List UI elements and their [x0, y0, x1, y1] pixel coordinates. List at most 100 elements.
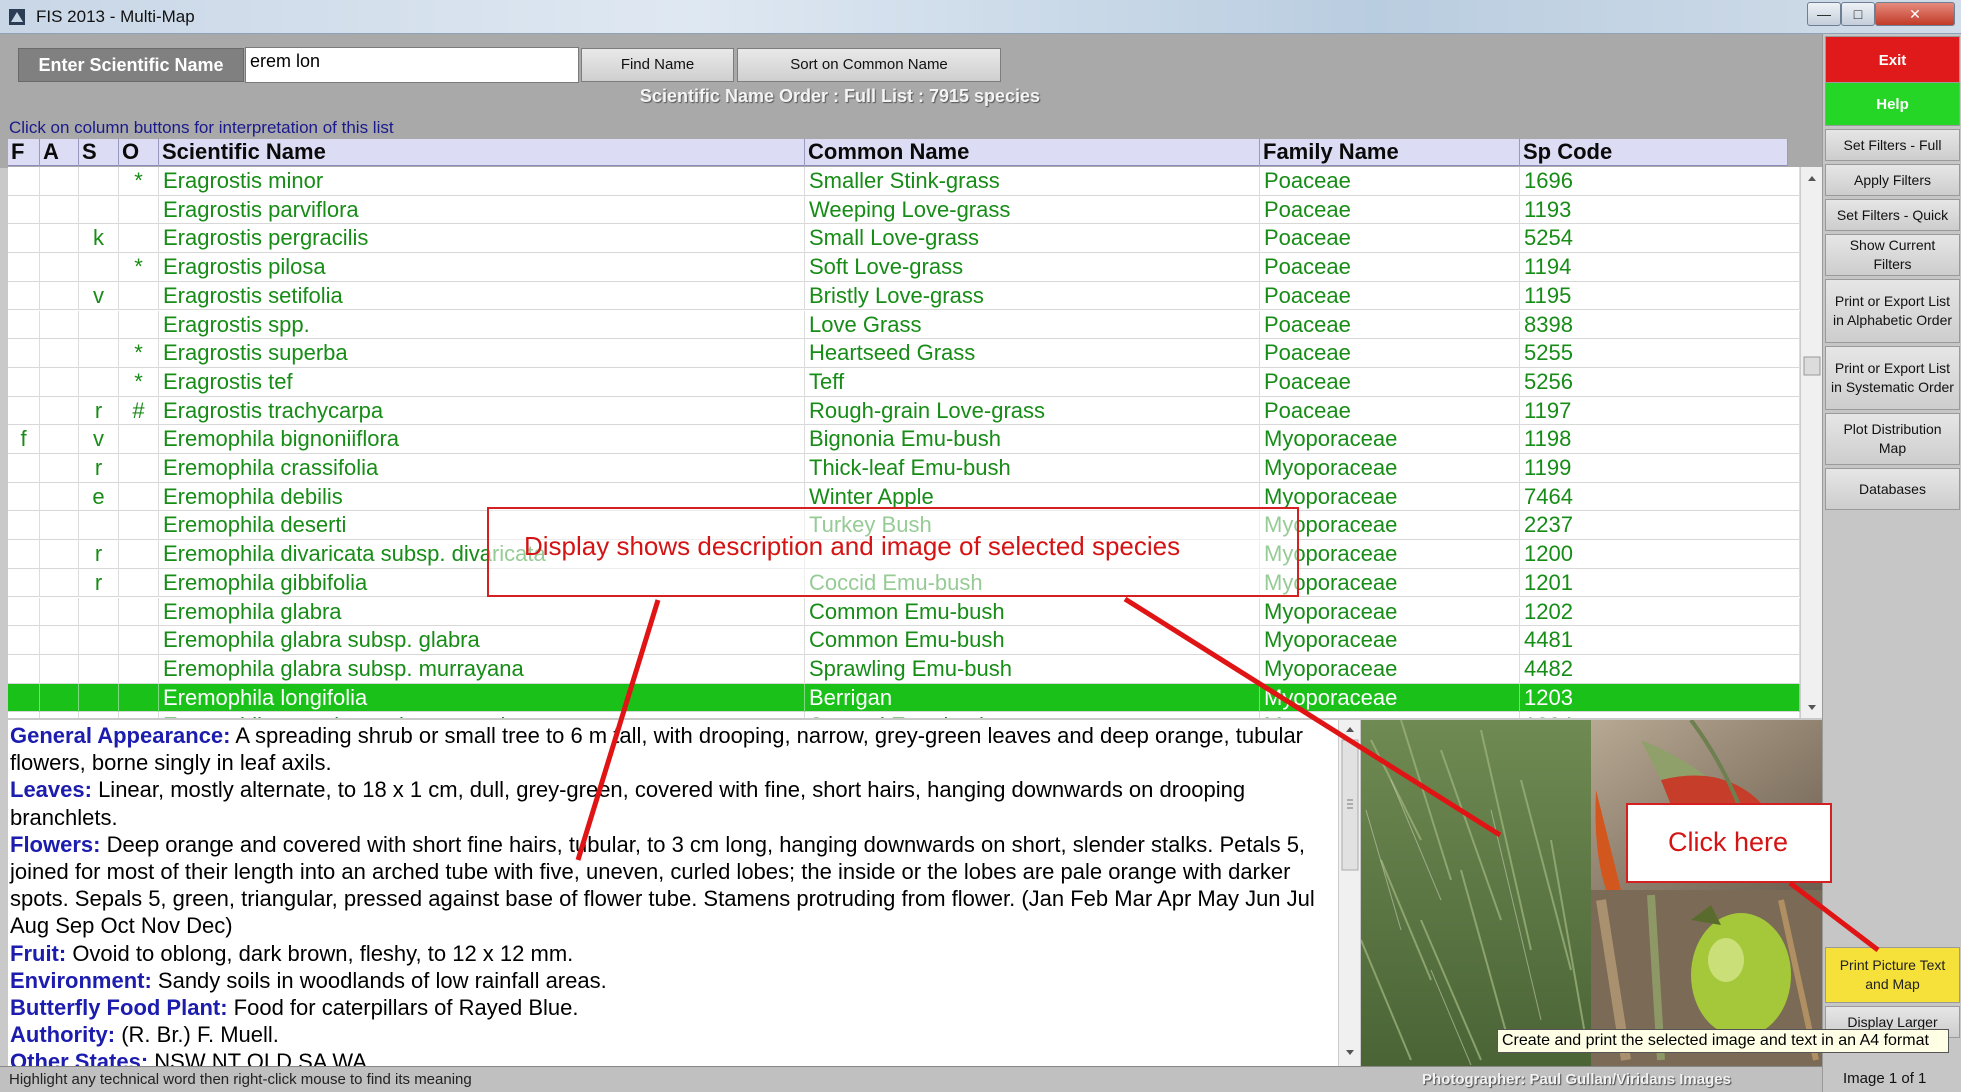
cell-f-flag	[8, 626, 40, 655]
print-tooltip: Create and print the selected image and …	[1497, 1029, 1949, 1053]
cell-o-flag: *	[119, 253, 159, 282]
table-row[interactable]: Eremophila glabra subsp. glabra Common Em…	[8, 626, 1800, 655]
column-button-o[interactable]: O	[119, 139, 159, 166]
description-text: Linear, mostly alternate, to 18 x 1 cm, …	[10, 777, 1246, 830]
cell-a-flag	[40, 597, 79, 627]
scientific-name-input[interactable]	[245, 47, 579, 83]
table-row[interactable]: f v Eremophila bignoniiflora Bignonia Emu-b…	[8, 425, 1800, 454]
minimize-button[interactable]: —	[1807, 2, 1841, 26]
apply-filters-button[interactable]: Apply Filters	[1825, 164, 1960, 196]
cell-a-flag	[40, 167, 79, 196]
cell-o-flag	[119, 454, 159, 483]
cell-common-name: Teff	[805, 367, 1260, 397]
cell-a-flag	[40, 683, 79, 713]
cell-f-flag	[8, 511, 40, 541]
scroll-thumb[interactable]	[1341, 739, 1359, 871]
app-icon	[9, 9, 25, 25]
list-order-status: Scientific Name Order : Full List : 7915…	[639, 86, 1041, 106]
cell-scientific-name: Eragrostis parviflora	[159, 195, 805, 225]
cell-o-flag: #	[119, 396, 159, 426]
cell-a-flag	[40, 224, 79, 254]
description-label: Butterfly Food Plant:	[10, 995, 228, 1021]
cell-family-name: Myoporaceae	[1260, 568, 1520, 598]
column-button-sp-code[interactable]: Sp Code	[1520, 139, 1788, 166]
help-button[interactable]: Help	[1825, 82, 1960, 126]
close-button[interactable]: ✕	[1875, 2, 1955, 26]
column-button-family-name[interactable]: Family Name	[1260, 139, 1520, 166]
species-image[interactable]	[1361, 720, 1822, 1066]
table-row[interactable]: Eremophila glabra Common Emu-bush Myoporac…	[8, 597, 1800, 627]
cell-a-flag	[40, 396, 79, 426]
cell-sp-code: 1198	[1520, 425, 1800, 454]
cell-common-name: Bristly Love-grass	[805, 281, 1260, 311]
table-row[interactable]: r # Eragrostis trachycarpa Rough-grain Love…	[8, 396, 1800, 426]
table-row[interactable]: * Eragrostis tef Teff Poaceae 5256	[8, 367, 1800, 397]
table-row[interactable]: * Eragrostis minor Smaller Stink-grass Poac…	[8, 167, 1800, 196]
cell-scientific-name: Eremophila glabra subsp. murrayana	[159, 654, 805, 684]
cell-f-flag	[8, 310, 40, 340]
set-filters-quick-button[interactable]: Set Filters - Quick	[1825, 199, 1960, 231]
cell-family-name: Poaceae	[1260, 253, 1520, 282]
description-label: Fruit:	[10, 940, 67, 966]
scroll-thumb[interactable]	[1803, 356, 1821, 376]
table-row[interactable]: v Eragrostis setifolia Bristly Love-grass P…	[8, 281, 1800, 311]
table-row-selected[interactable]: Eremophila longifolia Berrigan Myoporaceae…	[8, 683, 1800, 713]
cell-scientific-name: Eremophila longifolia	[159, 683, 805, 713]
cell-family-name: Poaceae	[1260, 396, 1520, 426]
scroll-down-icon	[1808, 705, 1816, 710]
cell-s-flag: k	[79, 224, 119, 254]
maximize-button[interactable]: □	[1841, 2, 1875, 26]
description-scrollbar[interactable]	[1338, 720, 1360, 1066]
species-description[interactable]: General Appearance: A spreading shrub or…	[8, 720, 1338, 1066]
close-icon: ✕	[1909, 6, 1921, 22]
column-button-s[interactable]: S	[79, 139, 119, 166]
plot-distribution-map-button[interactable]: Plot Distribution Map	[1825, 413, 1960, 465]
print-systematic-button[interactable]: Print or Export List in Systematic Order	[1825, 346, 1960, 410]
sort-common-name-button[interactable]: Sort on Common Name	[737, 48, 1001, 82]
cell-scientific-name: Eremophila glabra subsp. glabra	[159, 626, 805, 655]
show-current-filters-button[interactable]: Show Current Filters	[1825, 234, 1960, 276]
column-button-common-name[interactable]: Common Name	[805, 139, 1260, 166]
cell-sp-code: 8398	[1520, 310, 1800, 340]
exit-button[interactable]: Exit	[1825, 36, 1960, 84]
table-row[interactable]: k Eragrostis pergracilis Small Love-grass P…	[8, 224, 1800, 254]
table-row[interactable]: * Eragrostis superba Heartseed Grass Poacea…	[8, 339, 1800, 368]
cell-a-flag	[40, 195, 79, 225]
column-button-f[interactable]: F	[8, 139, 40, 166]
description-section: Flowers: Deep orange and covered with sh…	[10, 831, 1336, 940]
description-text: Deep orange and covered with short fine …	[10, 831, 1315, 939]
table-row[interactable]: * Eragrostis pilosa Soft Love-grass Poaceae…	[8, 253, 1800, 282]
cell-f-flag	[8, 195, 40, 225]
cell-a-flag	[40, 654, 79, 684]
cell-o-flag	[119, 511, 159, 541]
scroll-up-icon	[1346, 727, 1354, 732]
cell-sp-code: 1194	[1520, 253, 1800, 282]
table-row[interactable]: Eremophila glabra subsp. murrayana Sprawl…	[8, 654, 1800, 684]
column-button-scientific-name[interactable]: Scientific Name	[159, 139, 805, 166]
annotation-display-text: Display shows description and image of s…	[524, 531, 1181, 561]
table-row[interactable]: Eragrostis parviflora Weeping Love-grass P…	[8, 195, 1800, 225]
description-text: Sandy soils in woodlands of low rainfall…	[151, 967, 607, 993]
set-filters-full-button[interactable]: Set Filters - Full	[1825, 129, 1960, 161]
cell-o-flag	[119, 712, 159, 718]
table-row[interactable]: r Eremophila maculata subsp. maculataSpot…	[8, 712, 1800, 718]
cell-f-flag	[8, 167, 40, 196]
maximize-icon: □	[1853, 6, 1863, 22]
print-picture-text-map-button[interactable]: Print Picture Text and Map	[1825, 947, 1960, 1003]
cell-s-flag	[79, 195, 119, 225]
cell-s-flag	[79, 597, 119, 627]
table-row[interactable]: Eragrostis spp. Love Grass Poaceae 8398	[8, 310, 1800, 340]
cell-f-flag	[8, 712, 40, 718]
cell-scientific-name: Eragrostis trachycarpa	[159, 396, 805, 426]
table-row[interactable]: r Eremophila crassifolia Thick-leaf Emu-bu…	[8, 454, 1800, 483]
find-name-button[interactable]: Find Name	[581, 48, 734, 82]
cell-a-flag	[40, 339, 79, 368]
column-button-a[interactable]: A	[40, 139, 79, 166]
list-scrollbar[interactable]	[1800, 167, 1822, 718]
databases-button[interactable]: Databases	[1825, 468, 1960, 510]
cell-family-name: Myoporaceae	[1260, 454, 1520, 483]
cell-common-name: Soft Love-grass	[805, 253, 1260, 282]
print-alphabetic-button[interactable]: Print or Export List in Alphabetic Order	[1825, 279, 1960, 343]
cell-s-flag	[79, 626, 119, 655]
description-text: (R. Br.) F. Muell.	[115, 1022, 279, 1048]
